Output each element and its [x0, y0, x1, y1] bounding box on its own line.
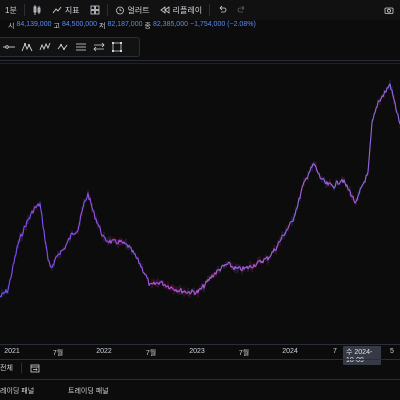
- alert-button[interactable]: 얼러트: [110, 0, 155, 20]
- indicators-button[interactable]: 지표: [47, 0, 85, 20]
- tab-trading-panel-2[interactable]: 트레이딩 패널: [68, 386, 109, 396]
- time-axis[interactable]: 2021 7월 2022 7월 2023 7월 2024 7 수 2024-10…: [0, 344, 400, 365]
- toolbar-divider: [209, 4, 211, 16]
- low-value: 82,187,000: [107, 21, 143, 28]
- toolbar-divider: [106, 4, 108, 16]
- camera-icon: [384, 5, 394, 15]
- time-tick: 2021: [4, 348, 20, 355]
- trendline-tool[interactable]: [2, 40, 16, 54]
- time-tick: 2023: [189, 348, 205, 355]
- replay-label: 리플레이: [172, 5, 203, 15]
- indicators-icon: [52, 5, 62, 15]
- range-divider: [20, 362, 22, 373]
- tab-trading-panel-1[interactable]: 레이딩 패널: [0, 386, 34, 396]
- channel-tool[interactable]: [20, 40, 34, 54]
- grid-icon: [90, 5, 100, 15]
- pattern-tool[interactable]: [38, 40, 52, 54]
- measure-tool[interactable]: [92, 40, 106, 54]
- wave-tool[interactable]: [56, 40, 70, 54]
- pattern-icon: [21, 42, 33, 52]
- price-series-line: [0, 83, 400, 298]
- high-label: 고: [53, 23, 60, 30]
- bottom-panel-tabs: 레이딩 패널 트레이딩 패널: [0, 379, 400, 400]
- alarm-clock-icon: [115, 5, 125, 15]
- snapshot-button[interactable]: [379, 0, 400, 20]
- rewind-icon: [159, 5, 170, 15]
- time-tick: 7월: [238, 350, 250, 357]
- range-bar: 전체: [0, 359, 400, 375]
- close-value: 82,385,000: [152, 21, 188, 28]
- time-tick: 2024: [282, 348, 298, 355]
- ohlc-legend: 시 84,139,000 고 84,500,000 저 82,187,000 종 82,…: [0, 21, 400, 33]
- interval-button[interactable]: 1분: [0, 0, 22, 20]
- interval-label: 1분: [5, 5, 17, 15]
- rectangle-icon: [112, 42, 122, 52]
- candle-wicks: [0, 80, 400, 299]
- replay-button[interactable]: 리플레이: [155, 0, 207, 20]
- goto-date-button[interactable]: [30, 363, 40, 373]
- horizontal-ray-icon: [3, 45, 15, 49]
- low-label: 저: [99, 23, 106, 30]
- open-value: 84,139,000: [16, 21, 52, 28]
- layouts-button[interactable]: [85, 0, 105, 20]
- drawing-toolbar: [0, 37, 140, 57]
- calendar-arrow-icon: [30, 364, 40, 372]
- time-tick: 7월: [52, 350, 64, 357]
- chart-type-button[interactable]: [27, 0, 47, 20]
- time-tick: 7: [333, 348, 337, 355]
- open-label: 시: [8, 23, 15, 30]
- wave-icon: [57, 44, 68, 50]
- undo-button[interactable]: [212, 0, 232, 20]
- rectangle-tool[interactable]: [110, 40, 124, 54]
- arrows-horizontal-icon: [93, 42, 105, 52]
- price-chart[interactable]: [0, 64, 400, 344]
- close-label: 종: [144, 23, 151, 30]
- time-tick: 2022: [96, 348, 112, 355]
- candlestick-icon: [32, 5, 42, 15]
- zigzag-icon: [39, 42, 51, 51]
- toolbar-divider: [23, 4, 25, 16]
- high-value: 84,500,000: [61, 21, 97, 28]
- redo-button[interactable]: [232, 0, 252, 20]
- top-toolbar: 1분 지표 얼러트 리플레이: [0, 0, 400, 20]
- time-tick: 5: [390, 348, 394, 355]
- range-all-button[interactable]: 전체: [0, 363, 13, 373]
- indicators-label: 지표: [64, 5, 80, 15]
- fib-retracement-icon: [76, 43, 86, 51]
- alert-label: 얼러트: [127, 5, 150, 15]
- undo-icon: [217, 5, 227, 15]
- fib-tool[interactable]: [74, 40, 88, 54]
- toolbar-bottom-border: [0, 60, 400, 61]
- change-value: −1,754,000 (−2.08%): [190, 21, 256, 28]
- time-tick: 7월: [145, 350, 157, 357]
- redo-icon: [237, 5, 247, 15]
